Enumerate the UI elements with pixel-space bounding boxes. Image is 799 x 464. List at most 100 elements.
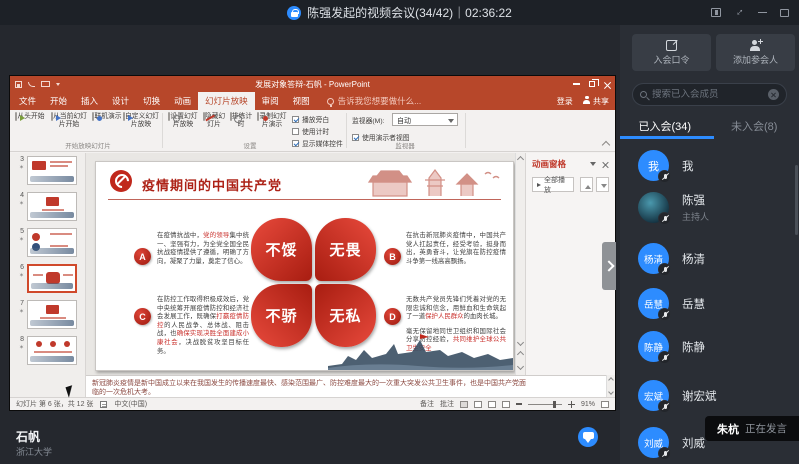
signin-button[interactable]: 登录 xyxy=(557,96,573,107)
thumbnail-slide-4[interactable]: 4✶ xyxy=(14,192,83,221)
speaker-name: 朱杭 xyxy=(717,421,739,437)
ppt-ribbon: 从头开始 从当前幻灯片开始 联机演示 自定义幻灯片放映 开始放映幻灯片 设置幻灯… xyxy=(10,110,615,152)
tab-design[interactable]: 设计 xyxy=(105,92,136,110)
thumbnail-slide-3[interactable]: 3✶ xyxy=(14,156,83,185)
participant-row-me[interactable]: 我 我 xyxy=(638,150,694,181)
quick-access-toolbar[interactable] xyxy=(15,80,60,88)
add-participant-button[interactable]: 添加参会人 xyxy=(716,34,795,71)
save-icon[interactable] xyxy=(15,81,22,88)
tab-review[interactable]: 审阅 xyxy=(255,92,286,110)
mic-muted-icon xyxy=(658,212,671,225)
from-current-slide-button[interactable]: 从当前幻灯片开始 xyxy=(48,113,90,128)
notes-scrollbar[interactable] xyxy=(606,375,615,397)
tab-not-joined[interactable]: 未入会(8) xyxy=(710,113,799,139)
undo-icon[interactable] xyxy=(28,82,35,87)
participant-row[interactable]: 岳慧 岳慧 xyxy=(638,288,705,319)
notes-pane[interactable]: 新冠肺炎疫情是新中国成立以来在我国发生的传播速度最快、感染范围最广、防控难度最大… xyxy=(86,375,607,397)
ppt-minimize-icon[interactable] xyxy=(573,83,580,84)
ppt-restore-icon[interactable] xyxy=(589,81,595,87)
slideshow-icon[interactable] xyxy=(41,81,50,87)
search-box[interactable] xyxy=(632,83,787,106)
rehearse-timings-button[interactable]: 排练计时 xyxy=(228,113,254,128)
fit-to-window-icon[interactable] xyxy=(601,401,609,408)
zoom-slider[interactable] xyxy=(528,404,562,405)
tab-file[interactable]: 文件 xyxy=(12,92,43,110)
thumbnail-slide-7[interactable]: 7✶ xyxy=(14,300,83,329)
play-all-button[interactable]: 全部播放 xyxy=(532,177,574,192)
invite-code-button[interactable]: 入会口令 xyxy=(632,34,711,71)
move-later-button[interactable] xyxy=(596,177,609,192)
participant-row[interactable]: 宏斌 谢宏斌 xyxy=(638,380,717,411)
tab-view[interactable]: 视图 xyxy=(286,92,317,110)
mic-muted-icon xyxy=(658,351,671,364)
maximize-icon[interactable] xyxy=(780,9,789,17)
zoom-level[interactable]: 91% xyxy=(581,401,595,408)
tell-me-box[interactable]: 告诉我您想要做什么... xyxy=(317,92,422,110)
chat-button[interactable] xyxy=(578,427,598,447)
layout-view-icon[interactable] xyxy=(711,8,721,17)
animation-star-icon: ✶ xyxy=(14,272,24,280)
point-a-text: 在疫情抗战中，党的领导集中统一、坚强有力，为全党全国全民抗战疫情提供了遵循，明确… xyxy=(157,232,249,266)
ppt-close-icon[interactable] xyxy=(604,81,611,88)
thumbnail-slide-5[interactable]: 5✶ xyxy=(14,228,83,257)
tab-insert[interactable]: 插入 xyxy=(74,92,105,110)
thumbnail-slide-8[interactable]: 8✶ xyxy=(14,336,83,365)
clear-search-icon[interactable] xyxy=(768,89,779,100)
tab-animations[interactable]: 动画 xyxy=(167,92,198,110)
presenter-org: 浙江大学 xyxy=(16,445,52,458)
present-online-button[interactable]: 联机演示 xyxy=(92,113,122,121)
spellcheck-icon[interactable] xyxy=(100,401,107,408)
tab-home[interactable]: 开始 xyxy=(43,92,74,110)
participant-row[interactable]: 刘威 刘威 xyxy=(638,427,705,458)
monitor-dropdown[interactable]: 自动 xyxy=(392,113,458,126)
thumbnail-slide-6-selected[interactable]: 6✶ xyxy=(14,264,83,293)
collapse-ribbon-icon[interactable] xyxy=(602,141,610,149)
fullscreen-icon[interactable]: ↕ xyxy=(732,5,748,21)
pane-menu-caret-icon[interactable] xyxy=(590,162,596,169)
participant-row-host[interactable]: 陈强 主持人 xyxy=(638,192,709,223)
sidebar-scrollbar[interactable] xyxy=(795,165,798,235)
tab-slideshow[interactable]: 幻灯片放映 xyxy=(198,92,255,110)
share-button[interactable]: 共享 xyxy=(583,96,609,107)
panel-collapse-handle[interactable] xyxy=(602,242,616,290)
notes-button[interactable]: 备注 xyxy=(420,399,434,409)
scroll-down-icon xyxy=(517,339,524,346)
mic-muted-icon xyxy=(658,447,671,460)
setup-slideshow-button[interactable]: 设置幻灯片放映 xyxy=(166,113,200,128)
avatar: 宏斌 xyxy=(638,380,669,411)
pane-close-icon[interactable] xyxy=(602,161,609,168)
zoom-in-icon[interactable] xyxy=(568,401,575,408)
ppt-window-title: 发展对象答辩-石帆 - PowerPoint xyxy=(10,79,615,90)
from-beginning-button[interactable]: 从头开始 xyxy=(14,113,46,121)
normal-view-icon[interactable] xyxy=(460,401,468,408)
ppt-ribbon-tabs: 文件 开始 插入 设计 切换 动画 幻灯片放映 审阅 视图 告诉我您想要做什么.… xyxy=(10,92,615,110)
active-tab-underline xyxy=(620,136,714,139)
play-narrations-checkbox[interactable]: 播放旁白 xyxy=(292,114,329,124)
comments-button[interactable]: 批注 xyxy=(440,399,454,409)
custom-slideshow-button[interactable]: 自定义幻灯片放映 xyxy=(123,113,159,128)
slide-sorter-view-icon[interactable] xyxy=(474,401,482,408)
participant-row[interactable]: 陈静 陈静 xyxy=(638,331,705,362)
slideshow-view-icon[interactable] xyxy=(502,401,510,408)
label-circle-b: B xyxy=(384,248,401,265)
group-setup: 设置 xyxy=(190,140,310,150)
language-indicator[interactable]: 中文(中国) xyxy=(114,399,147,409)
tab-transitions[interactable]: 切换 xyxy=(136,92,167,110)
use-timings-checkbox[interactable]: 使用计时 xyxy=(292,126,329,136)
slide-canvas[interactable]: 疫情期间的中国共产党 xyxy=(95,161,514,371)
petal-wu-wei: 无畏 xyxy=(315,218,376,281)
search-input[interactable] xyxy=(652,89,763,100)
participant-row[interactable]: 杨清 杨清 xyxy=(638,243,705,274)
slide-thumbnail-panel[interactable]: 3✶ 4✶ 5✶ 6✶ 7✶ 8✶ xyxy=(10,153,86,397)
move-earlier-button[interactable] xyxy=(580,177,593,192)
reading-view-icon[interactable] xyxy=(488,401,496,408)
ppt-body: 3✶ 4✶ 5✶ 6✶ 7✶ 8✶ 疫情期间的中国共产党 xyxy=(10,153,615,397)
hide-slide-button[interactable]: 隐藏幻灯片 xyxy=(201,113,227,128)
slide-editor-area[interactable]: 疫情期间的中国共产党 xyxy=(86,153,515,375)
record-slideshow-button[interactable]: 录制幻灯片演示 xyxy=(255,113,289,128)
minimize-icon[interactable] xyxy=(758,12,767,14)
label-circle-d: D xyxy=(384,308,401,325)
slide-scrollbar[interactable] xyxy=(515,153,525,375)
zoom-out-icon[interactable] xyxy=(516,403,522,404)
qat-caret-icon[interactable] xyxy=(56,83,60,88)
